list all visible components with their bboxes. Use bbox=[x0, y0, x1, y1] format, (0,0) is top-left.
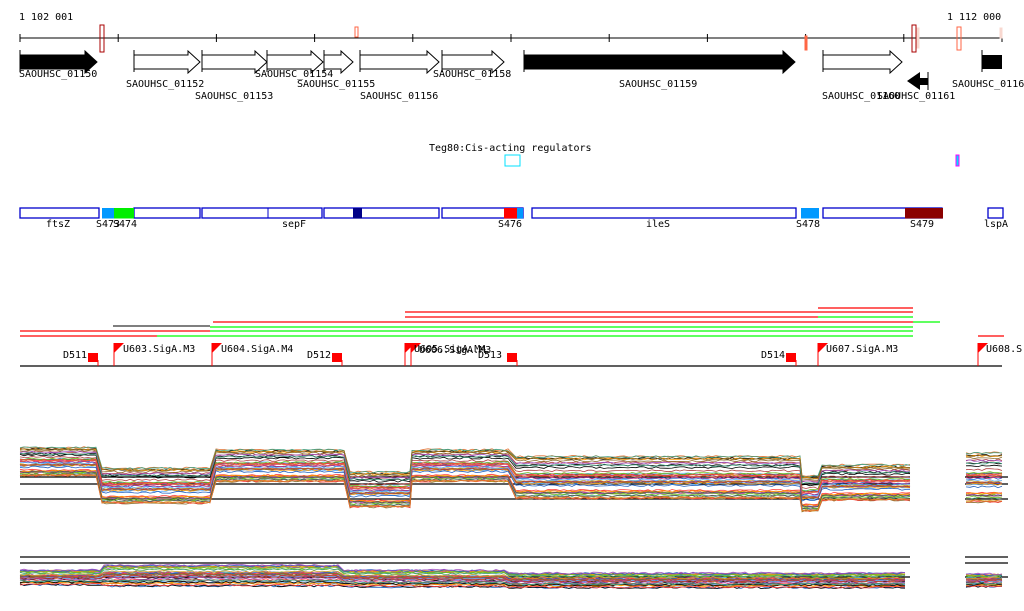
transcript-lines-track bbox=[20, 307, 1004, 337]
region-box bbox=[19, 207, 100, 219]
regulator-box bbox=[955, 154, 960, 167]
region-label[interactable]: S479 bbox=[910, 219, 934, 230]
region-label[interactable]: sepF bbox=[282, 219, 306, 230]
region-label[interactable]: ileS bbox=[646, 219, 670, 230]
ruler-marker bbox=[354, 26, 359, 38]
gene-arrow bbox=[982, 55, 1002, 69]
ruler-marker bbox=[804, 35, 808, 51]
region-box bbox=[133, 207, 201, 219]
region-label[interactable]: lspA bbox=[984, 219, 1008, 230]
gene-arrow bbox=[523, 49, 796, 75]
promoter-label[interactable]: U604.SigA.M4 bbox=[221, 344, 293, 355]
gene-arrow bbox=[133, 49, 201, 75]
genome-browser: 1 102 001 1 112 000 SAOUHSC_01150 SAOUHS… bbox=[0, 0, 1024, 611]
terminator-mark bbox=[507, 353, 517, 362]
promoter-label[interactable]: U603.SigA.M3 bbox=[123, 344, 195, 355]
gene-label[interactable]: SAOUHSC_01158 bbox=[433, 69, 511, 80]
expression-series bbox=[965, 464, 1003, 468]
gene-label[interactable]: SAOUHSC_01150 bbox=[19, 69, 97, 80]
promoter-label[interactable]: U608.S bbox=[986, 344, 1022, 355]
region-fill bbox=[801, 208, 819, 219]
gene-label[interactable]: SAOUHSC_01155 bbox=[297, 79, 375, 90]
region-fill bbox=[517, 208, 523, 219]
coordinate-ruler[interactable] bbox=[19, 24, 1003, 53]
region-fill bbox=[114, 208, 134, 219]
gene-label[interactable]: SAOUHSC_01161 bbox=[877, 91, 955, 102]
expression-panel-1 bbox=[19, 446, 1008, 513]
promoter-label[interactable]: D513 bbox=[478, 350, 502, 361]
ruler-marker bbox=[999, 27, 1003, 39]
promoter-label[interactable]: D512 bbox=[307, 350, 331, 361]
region-fill bbox=[905, 208, 943, 219]
region-box bbox=[323, 207, 440, 219]
region-label[interactable]: S474 bbox=[113, 219, 137, 230]
gene-label[interactable]: SAOUHSC_01153 bbox=[195, 91, 273, 102]
regulator-label: Teg80:Cis-acting regulators bbox=[429, 143, 592, 154]
ruler-marker bbox=[916, 27, 920, 49]
terminator-mark bbox=[786, 353, 796, 362]
region-box bbox=[531, 207, 797, 219]
gene-arrow-reverse bbox=[907, 72, 928, 90]
region-box bbox=[201, 207, 323, 219]
region-fill bbox=[353, 208, 362, 219]
expression-series bbox=[965, 468, 1003, 471]
promoter-label[interactable]: D514 bbox=[761, 350, 785, 361]
region-fill bbox=[102, 208, 114, 219]
region-track[interactable] bbox=[19, 207, 1004, 219]
expression-panel-2 bbox=[19, 556, 1008, 590]
region-box bbox=[987, 207, 1004, 219]
gene-label[interactable]: SAOUHSC_01152 bbox=[126, 79, 204, 90]
gene-label[interactable]: SAOUHSC_0116 bbox=[952, 79, 1024, 90]
expression-series bbox=[965, 456, 1003, 460]
region-label[interactable]: S476 bbox=[498, 219, 522, 230]
region-fill bbox=[504, 208, 517, 219]
terminator-mark bbox=[332, 353, 342, 362]
regulator-box bbox=[504, 154, 521, 167]
region-label[interactable]: ftsZ bbox=[46, 219, 70, 230]
terminator-mark bbox=[88, 353, 98, 362]
region-label[interactable]: S478 bbox=[796, 219, 820, 230]
promoter-label[interactable]: D511 bbox=[63, 350, 87, 361]
gene-label[interactable]: SAOUHSC_01159 bbox=[619, 79, 697, 90]
gene-label[interactable]: SAOUHSC_01156 bbox=[360, 91, 438, 102]
expression-series bbox=[965, 485, 1003, 489]
promoter-label[interactable]: U607.SigA.M3 bbox=[826, 344, 898, 355]
gene-arrow bbox=[822, 49, 903, 75]
gene-arrow bbox=[359, 49, 440, 75]
